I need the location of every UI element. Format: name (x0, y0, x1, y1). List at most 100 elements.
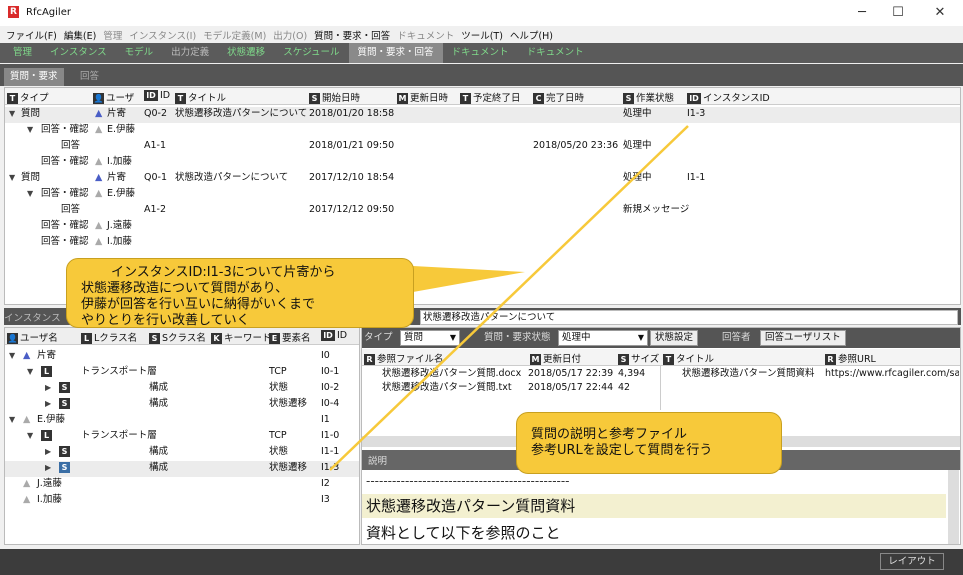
row-type: 回答・確認 (41, 236, 89, 247)
menu-qa[interactable]: 質問・要求・回答 (314, 28, 390, 42)
row-type: 回答・確認 (41, 156, 89, 167)
tab-schedule[interactable]: スケジュール (274, 43, 348, 63)
table-row[interactable]: 回答・確認 ▲ I.加藤 (5, 235, 960, 251)
menu-document[interactable]: ドキュメント (397, 28, 454, 42)
menu-file[interactable]: ファイル(F) (6, 28, 57, 42)
subtab-answer[interactable]: 回答 (74, 68, 105, 86)
col-element[interactable]: E 要素名 (269, 330, 311, 344)
tab-manage[interactable]: 管理 (4, 43, 41, 63)
chevron-right-icon[interactable]: ▶ (45, 445, 51, 459)
answer-users-button[interactable]: 回答ユーザリスト (760, 330, 846, 346)
chevron-down-icon[interactable]: ▼ (27, 123, 33, 137)
user-icon: ▲ (95, 108, 103, 119)
title-field[interactable]: 状態遷移改造パターンについて (420, 310, 958, 325)
desc-separator: ----------------------------------------… (366, 474, 570, 488)
list-item[interactable]: ▼ L トランスポート層 TCP I1-0 (5, 429, 359, 445)
type-select[interactable]: 質問 ▼ (400, 330, 460, 346)
sub-tabs: 質問・要求 回答 (0, 64, 963, 86)
inst-elem: 状態 (269, 446, 289, 457)
tab-state[interactable]: 状態遷移 (218, 43, 274, 63)
chevron-right-icon[interactable]: ▶ (45, 397, 51, 411)
col-file-name[interactable]: R 参照ファイル名 (364, 351, 444, 365)
table-row[interactable]: ▼ 回答・確認 ▲ E.伊藤 (5, 187, 960, 203)
row-start: 2018/01/20 18:58 (309, 108, 395, 119)
layout-button[interactable]: レイアウト (880, 553, 944, 570)
table-row[interactable]: 回答・確認 ▲ J.遠藤 (5, 219, 960, 235)
col-keyword[interactable]: K キーワード (211, 330, 272, 344)
col-file-url[interactable]: R 参照URL (825, 351, 876, 365)
col-updated[interactable]: M 更新日時 (397, 90, 448, 104)
desc-line-2: 資料として以下を参照のこと (366, 524, 561, 542)
col-inst-id[interactable]: ID ID (321, 330, 347, 341)
table-row[interactable]: ▼ 質問 ▲ 片寄 Q0-1 状態改造パターンについて 2017/12/10 1… (5, 171, 960, 187)
list-item[interactable]: ▶ S 構成 状態 I0-2 (5, 381, 359, 397)
list-item[interactable]: ▲ I.加藤 I3 (5, 493, 359, 509)
tab-output[interactable]: 出力定義 (162, 43, 218, 63)
list-item[interactable]: ▶ S 構成 状態遷移 I0-4 (5, 397, 359, 413)
col-instance[interactable]: ID インスタンスID (687, 90, 770, 104)
menu-edit[interactable]: 編集(E) (64, 28, 96, 42)
inst-name: J.遠藤 (37, 478, 62, 489)
state-set-button[interactable]: 状態設定 (650, 330, 699, 346)
table-row[interactable]: ▼ 回答・確認 ▲ E.伊藤 (5, 123, 960, 139)
col-username[interactable]: 👤 ユーザ名 (7, 330, 58, 344)
col-file-size[interactable]: S サイズ (618, 351, 659, 365)
row-user: J.遠藤 (107, 220, 132, 231)
col-sclass[interactable]: S Sクラス名 (149, 330, 206, 344)
file-url[interactable]: https://www.rfcagiler.com/sa (825, 367, 959, 381)
col-done[interactable]: C 完了日時 (533, 90, 584, 104)
close-button[interactable]: ✕ (926, 3, 954, 23)
state-select[interactable]: 処理中 ▼ (558, 330, 648, 346)
chevron-down-icon[interactable]: ▼ (9, 107, 15, 121)
col-start[interactable]: S 開始日時 (309, 90, 360, 104)
col-file-title[interactable]: T タイトル (663, 351, 714, 365)
file-row[interactable]: 状態遷移改造パターン質問.txt 2018/05/17 22:44 42 (362, 381, 960, 397)
chevron-down-icon[interactable]: ▼ (27, 365, 33, 379)
col-lclass[interactable]: L Lクラス名 (81, 330, 137, 344)
list-item[interactable]: ▶ S 構成 状態 I1-1 (5, 445, 359, 461)
menu-output[interactable]: 出力(O) (273, 28, 307, 42)
col-due[interactable]: T 予定終了日 (460, 90, 521, 104)
tab-model[interactable]: モデル (116, 43, 163, 63)
list-item-selected[interactable]: ▶ S 構成 状態遷移 I1-3 (5, 461, 359, 477)
col-id[interactable]: ID ID (144, 90, 170, 101)
list-item[interactable]: ▲ J.遠藤 I2 (5, 477, 359, 493)
minimize-button[interactable]: ─ (848, 3, 876, 23)
list-item[interactable]: ▼ ▲ E.伊藤 I1 (5, 413, 359, 429)
callout1-line-1: インスタンスID:I1-3について片寄から (111, 265, 336, 280)
tab-description[interactable]: 説明 (368, 453, 387, 467)
maximize-button[interactable]: ☐ (884, 3, 912, 23)
col-file-updated[interactable]: M 更新日付 (530, 351, 581, 365)
table-row[interactable]: 回答 A1-2 2017/12/12 09:50 新規メッセージ (5, 203, 960, 219)
tab-instance[interactable]: インスタンス (41, 43, 116, 63)
menu-help[interactable]: ヘルプ(H) (510, 28, 553, 42)
tab-instance-lower[interactable]: インスタンス (4, 310, 61, 324)
chevron-down-icon[interactable]: ▼ (9, 413, 15, 427)
col-type[interactable]: T タイプ (7, 90, 49, 104)
tab-qa[interactable]: 質問・要求・回答 (348, 43, 443, 63)
menu-instance[interactable]: インスタンス(I) (129, 28, 196, 42)
table-row[interactable]: 回答 A1-1 2018/01/21 09:50 2018/05/20 23:3… (5, 139, 960, 155)
vertical-scrollbar[interactable] (948, 470, 959, 544)
subtab-question[interactable]: 質問・要求 (4, 68, 64, 86)
chevron-right-icon[interactable]: ▶ (45, 461, 51, 475)
chevron-down-icon[interactable]: ▼ (27, 187, 33, 201)
menu-tool[interactable]: ツール(T) (461, 28, 503, 42)
chevron-down-icon[interactable]: ▼ (9, 171, 15, 185)
chevron-down-icon[interactable]: ▼ (27, 429, 33, 443)
instance-header-row: 👤 ユーザ名 L Lクラス名 S Sクラス名 K キーワード E 要素名 ID ID (5, 328, 359, 345)
table-row[interactable]: 回答・確認 ▲ I.加藤 (5, 155, 960, 171)
list-item[interactable]: ▼ L トランスポート層 TCP I0-1 (5, 365, 359, 381)
col-user[interactable]: 👤 ユーザ (93, 90, 134, 104)
menu-manage[interactable]: 管理 (103, 28, 122, 42)
tab-document-2[interactable]: ドキュメント (518, 43, 593, 63)
tab-document[interactable]: ドキュメント (443, 43, 518, 63)
menu-bar: ファイル(F) 編集(E) 管理 インスタンス(I) モデル定義(M) 出力(O… (0, 26, 963, 43)
col-state[interactable]: S 作業状態 (623, 90, 674, 104)
menu-model[interactable]: モデル定義(M) (203, 28, 266, 42)
col-title[interactable]: T タイトル (175, 90, 226, 104)
chevron-down-icon[interactable]: ▼ (9, 349, 15, 363)
list-item[interactable]: ▼ ▲ 片寄 I0 (5, 349, 359, 365)
table-row[interactable]: ▼ 質問 ▲ 片寄 Q0-2 状態遷移改造パターンについて 2018/01/20… (5, 107, 960, 123)
chevron-right-icon[interactable]: ▶ (45, 381, 51, 395)
